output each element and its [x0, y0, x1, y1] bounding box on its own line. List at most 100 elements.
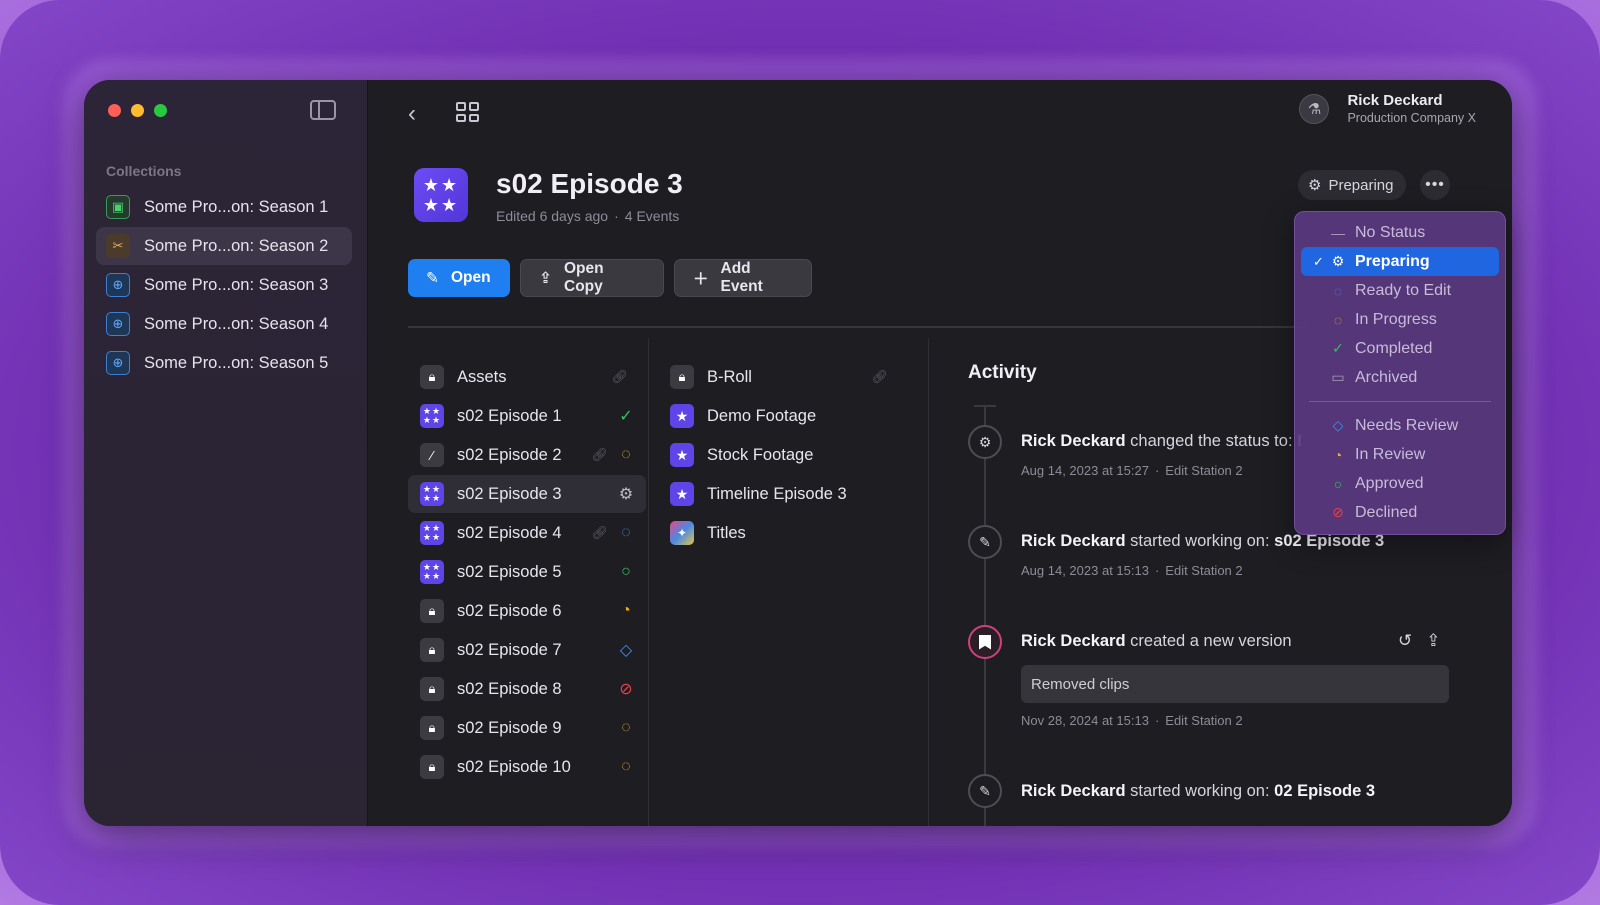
link-icon: 🔗︎ [611, 369, 628, 384]
star-icon: ★ [670, 443, 694, 467]
list-item[interactable]: 🔒︎ B-Roll 🔗︎ [658, 358, 906, 396]
status-option-label: Approved [1355, 474, 1424, 492]
list-item-label: s02 Episode 10 [457, 757, 571, 776]
status-option-declined[interactable]: ⊘ Declined [1301, 498, 1499, 527]
checkmark-icon: ✓ [1313, 253, 1324, 269]
open-copy-button[interactable]: ⇪ Open Copy [520, 259, 664, 297]
user-account[interactable]: ⚗ Rick Deckard Production Company X [1299, 92, 1476, 125]
list-item-label: Assets [457, 367, 507, 386]
event-meta: Aug 14, 2023 at 15:27 · Edit Station 2 [1021, 463, 1243, 478]
event-user: Rick Deckard [1021, 532, 1126, 550]
media-list: 🔒︎ B-Roll 🔗︎ ★ Demo Footage ★ Stock Foot… [658, 358, 906, 553]
list-item[interactable]: ★★ ★★ s02 Episode 4 🔗︎ ◌ [408, 514, 646, 552]
status-option-label: Declined [1355, 503, 1418, 521]
list-item[interactable]: 🔒︎ s02 Episode 9 ◌ [408, 709, 646, 747]
status-option-completed[interactable]: ✓ Completed [1301, 334, 1499, 363]
dashed-circle-icon: ◌ [621, 446, 631, 463]
project-meta: Edited 6 days ago · 4 Events [496, 208, 680, 224]
list-item-label: s02 Episode 6 [457, 601, 562, 620]
collections-heading: Collections [106, 163, 182, 179]
sidebar-toggle-icon[interactable] [310, 100, 336, 120]
status-option-archived[interactable]: ▭ Archived [1301, 363, 1499, 392]
status-label: Preparing [1328, 176, 1394, 194]
scissors-icon: ✂ [106, 234, 130, 258]
sidebar: Collections ▣ Some Pro...on: Season 1 ✂ … [84, 80, 368, 826]
dash-icon: — [1331, 224, 1345, 241]
share-icon[interactable]: ⇪ [1426, 631, 1440, 651]
list-item[interactable]: 🔒︎ s02 Episode 8 ⊘ [408, 670, 646, 708]
zoom-window-button[interactable] [154, 104, 167, 117]
event-station: Edit Station 2 [1165, 563, 1243, 578]
pencil-icon: ✎ [968, 774, 1002, 808]
list-item[interactable]: ✦ Titles [658, 514, 906, 552]
add-event-button[interactable]: ＋ Add Event [674, 259, 812, 297]
list-item-label: B-Roll [707, 367, 752, 386]
minimize-window-button[interactable] [131, 104, 144, 117]
status-option-approved[interactable]: ○ Approved [1301, 469, 1499, 498]
event-action: created a new version [1130, 632, 1292, 650]
link-icon: 🔗︎ [591, 447, 608, 462]
list-item-label: s02 Episode 2 [457, 445, 562, 464]
sidebar-item-season-2[interactable]: ✂ Some Pro...on: Season 2 [96, 227, 352, 265]
grid-view-icon[interactable] [456, 102, 480, 122]
sidebar-item-label: Some Pro...on: Season 2 [144, 236, 329, 255]
sidebar-item-season-3[interactable]: ⊕ Some Pro...on: Season 3 [96, 266, 352, 304]
pencil-icon: ✎ [968, 525, 1002, 559]
more-options-button[interactable]: ••• [1420, 170, 1450, 200]
circle-icon: ○ [621, 563, 631, 580]
sidebar-item-season-5[interactable]: ⊕ Some Pro...on: Season 5 [96, 344, 352, 382]
circle-icon: ○ [1333, 475, 1343, 492]
status-option-needs-review[interactable]: ◇ Needs Review [1301, 411, 1499, 440]
list-item[interactable]: ★★ ★★ s02 Episode 5 ○ [408, 553, 646, 591]
pencil-icon: ✎ [426, 269, 439, 287]
edited-time: Edited 6 days ago [496, 208, 609, 224]
list-item[interactable]: ⁄ s02 Episode 2 🔗︎ ◌ [408, 436, 646, 474]
list-item[interactable]: 🔒︎ Assets 🔗︎ [408, 358, 646, 396]
lock-icon: 🔒︎ [420, 638, 444, 662]
event-action: started working on: [1130, 782, 1270, 800]
sidebar-item-season-4[interactable]: ⊕ Some Pro...on: Season 4 [96, 305, 352, 343]
list-item-label: Timeline Episode 3 [707, 484, 847, 503]
link-icon: 🔗︎ [591, 525, 608, 540]
status-option-in-progress[interactable]: ◌ In Progress [1301, 305, 1499, 334]
list-item-selected[interactable]: ★★ ★★ s02 Episode 3 ⚙ [408, 475, 646, 513]
star-icon: ★ [670, 482, 694, 506]
collections-list: ▣ Some Pro...on: Season 1 ✂ Some Pro...o… [96, 188, 352, 383]
status-option-preparing[interactable]: ✓ ⚙ Preparing [1301, 247, 1499, 276]
status-option-ready-to-edit[interactable]: ◌ Ready to Edit [1301, 276, 1499, 305]
status-option-no-status[interactable]: — No Status [1301, 218, 1499, 247]
stars-icon: ★★ ★★ [420, 521, 444, 545]
open-copy-button-label: Open Copy [564, 260, 604, 295]
lock-icon: 🔒︎ [670, 365, 694, 389]
status-option-label: In Progress [1355, 310, 1437, 328]
lock-icon: 🔒︎ [420, 599, 444, 623]
list-item[interactable]: 🔒︎ s02 Episode 7 ◇ [408, 631, 646, 669]
status-option-label: Archived [1355, 368, 1418, 386]
list-item[interactable]: ★★ ★★ s02 Episode 1 ✓ [408, 397, 646, 435]
list-item[interactable]: ★ Demo Footage [658, 397, 906, 435]
page-title: s02 Episode 3 [496, 168, 683, 199]
status-button[interactable]: ⚙ Preparing [1298, 170, 1406, 200]
history-icon[interactable]: ↺ [1398, 631, 1412, 651]
stars-icon: ★★ ★★ [420, 560, 444, 584]
back-chevron-icon[interactable]: ‹ [408, 100, 416, 128]
list-item[interactable]: ★ Stock Footage [658, 436, 906, 474]
sidebar-item-season-1[interactable]: ▣ Some Pro...on: Season 1 [96, 188, 352, 226]
close-window-button[interactable] [108, 104, 121, 117]
list-item[interactable]: 🔒︎ s02 Episode 6 ◔ [408, 592, 646, 630]
project-stars-icon: ★★ ★★ [414, 168, 468, 222]
half-circle-icon: ◔ [1333, 446, 1343, 463]
dashed-circle-icon: ◌ [621, 758, 631, 775]
list-item-label: Titles [707, 523, 746, 542]
gear-icon: ⚙ [618, 486, 634, 503]
event-action: changed the status to: [1130, 432, 1293, 450]
list-item[interactable]: 🔒︎ s02 Episode 10 ◌ [408, 748, 646, 786]
open-button[interactable]: ✎ Open [408, 259, 510, 297]
dotted-circle-icon: ◌ [1333, 282, 1343, 299]
list-item[interactable]: ★ Timeline Episode 3 [658, 475, 906, 513]
event-meta: Nov 28, 2024 at 15:13 · Edit Station 2 [1021, 713, 1243, 728]
episodes-list: 🔒︎ Assets 🔗︎ ★★ ★★ s02 Episode 1 ✓ ⁄ s02 … [408, 358, 646, 787]
status-option-in-review[interactable]: ◔ In Review [1301, 440, 1499, 469]
open-button-label: Open [451, 269, 491, 286]
user-organization: Production Company X [1347, 111, 1476, 125]
